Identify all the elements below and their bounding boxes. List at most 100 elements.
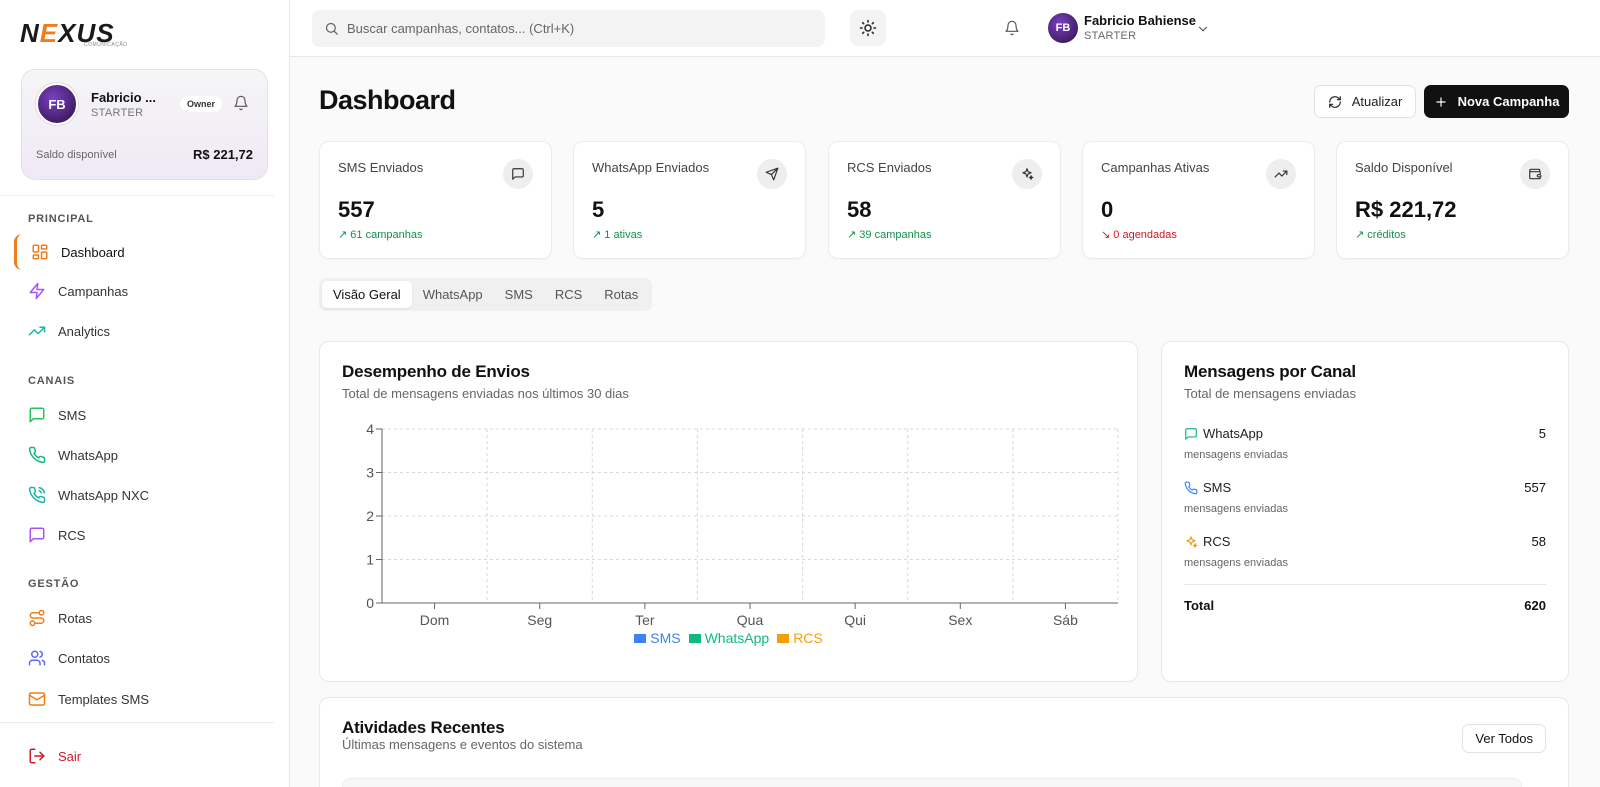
arrow-down-right-icon: ↘ (1101, 229, 1114, 241)
sidebar-item-campanhas[interactable]: Campanhas (14, 273, 274, 309)
avatar[interactable]: FB (36, 83, 78, 125)
channel-name: SMS (1203, 480, 1232, 495)
users-icon (28, 650, 46, 666)
stat-label: Campanhas Ativas (1101, 160, 1210, 175)
sidebar-item-label: WhatsApp NXC (58, 487, 150, 503)
activities-list (342, 778, 1522, 787)
stat-label: RCS Enviados (847, 160, 932, 175)
bell-icon[interactable] (233, 95, 249, 111)
divider (1184, 584, 1546, 585)
new-campaign-button[interactable]: Nova Campanha (1424, 85, 1569, 118)
stat-value: 58 (847, 197, 872, 222)
balance-label: Saldo disponível (36, 149, 117, 161)
nexus-logo[interactable]: NEXUS COMUNICAÇÃO (20, 18, 127, 50)
section-title-principal: PRINCIPAL (28, 213, 94, 225)
route-icon (29, 609, 45, 627)
trending-up-icon (1274, 170, 1288, 178)
stat-card-whatsapp: WhatsApp Enviados 5 ↗ 1 ativas (573, 141, 806, 259)
arrow-up-right-icon: ↗ (338, 229, 351, 241)
sidebar-item-sms[interactable]: SMS (14, 397, 274, 433)
view-all-button[interactable]: Ver Todos (1462, 724, 1546, 753)
channel-name: WhatsApp (1203, 426, 1263, 441)
legend-label: WhatsApp (704, 630, 770, 646)
tab-rcs[interactable]: RCS (544, 281, 593, 308)
chevron-down-icon (1198, 26, 1208, 32)
sidebar-item-label: Rotas (58, 610, 92, 626)
logout-button[interactable]: Sair (14, 738, 274, 774)
refresh-button[interactable]: Atualizar (1314, 85, 1416, 118)
sidebar-item-rcs[interactable]: RCS (14, 517, 274, 553)
stat-card-saldo: Saldo Disponível R$ 221,72 ↗ créditos (1336, 141, 1569, 259)
sparkles-icon (1186, 535, 1198, 548)
tab-whatsapp[interactable]: WhatsApp (412, 281, 494, 308)
tab-sms[interactable]: SMS (494, 281, 544, 308)
grid-icon (32, 244, 48, 260)
message-circle-icon (1185, 427, 1197, 440)
tab-bar: Visão Geral WhatsApp SMS RCS Rotas (319, 278, 653, 311)
stat-card-rcs: RCS Enviados 58 ↗ 39 campanhas (828, 141, 1061, 259)
sparkles-icon (1022, 168, 1034, 180)
search-input[interactable] (347, 21, 807, 36)
message-square-icon (29, 527, 45, 543)
avatar: FB (1048, 13, 1078, 43)
x-tick-label: Ter (635, 612, 655, 628)
card-subtitle: Últimas mensagens e eventos do sistema (342, 737, 583, 752)
stat-card-sms: SMS Enviados 557 ↗ 61 campanhas (319, 141, 552, 259)
arrow-up-right-icon: ↗ (847, 229, 860, 241)
legend-swatch (688, 633, 701, 643)
stat-value: R$ 221,72 (1355, 197, 1457, 222)
search-icon (325, 22, 338, 35)
plus-icon (1435, 96, 1446, 107)
zap-icon (29, 282, 45, 300)
y-tick-label: 0 (366, 595, 374, 611)
sidebar-item-label: Templates SMS (58, 691, 150, 707)
sidebar-item-contatos[interactable]: Contatos (14, 640, 274, 676)
stat-sub: ↗ créditos (1355, 229, 1406, 241)
channel-value: 5 (1538, 426, 1546, 441)
stat-label: Saldo Disponível (1355, 160, 1453, 175)
user-name: Fabricio Bahiense (1084, 13, 1196, 28)
channel-sub: mensagens enviadas (1184, 449, 1288, 461)
legend-item-whatsapp[interactable]: WhatsApp (688, 630, 770, 646)
sidebar-item-analytics[interactable]: Analytics (14, 313, 274, 349)
section-title-gestao: GESTÃO (28, 578, 80, 590)
channel-sub: mensagens enviadas (1184, 557, 1288, 569)
refresh-label: Atualizar (1351, 94, 1403, 109)
stat-label: WhatsApp Enviados (592, 160, 710, 175)
sun-icon (859, 19, 877, 37)
balance-value: R$ 221,72 (193, 147, 253, 162)
legend-item-sms[interactable]: SMS (634, 630, 681, 646)
tab-visao-geral[interactable]: Visão Geral (322, 281, 412, 308)
card-title: Mensagens por Canal (1184, 362, 1356, 381)
tab-rotas[interactable]: Rotas (593, 281, 649, 308)
sidebar-item-label: Dashboard (61, 244, 125, 260)
stat-value: 5 (592, 197, 605, 222)
stat-sub: ↗ 1 ativas (592, 229, 643, 241)
user-menu[interactable]: FB Fabricio Bahiense STARTER (1048, 13, 1208, 43)
sidebar-item-label: Campanhas (58, 283, 129, 299)
phone-icon (1184, 481, 1198, 494)
activities-card: Atividades Recentes Últimas mensagens e … (319, 697, 1569, 787)
divider (0, 722, 274, 723)
total-value: 620 (1524, 598, 1546, 613)
theme-toggle-button[interactable] (850, 10, 886, 46)
sidebar-item-whatsapp[interactable]: WhatsApp (14, 437, 274, 473)
stat-label: SMS Enviados (338, 160, 424, 175)
y-tick-label: 3 (366, 465, 374, 481)
bell-icon[interactable] (1004, 20, 1020, 36)
sidebar-item-rotas[interactable]: Rotas (14, 600, 274, 636)
phone-call-icon (28, 486, 46, 504)
sidebar-item-whatsapp-nxc[interactable]: WhatsApp NXC (14, 477, 274, 513)
legend-label: RCS (793, 630, 823, 646)
sidebar-item-dashboard[interactable]: Dashboard (14, 234, 274, 270)
phone-icon (28, 446, 46, 464)
legend-item-rcs[interactable]: RCS (777, 630, 823, 646)
search-box[interactable] (312, 10, 825, 47)
logo-subtitle: COMUNICAÇÃO (84, 42, 128, 48)
sidebar-item-label: SMS (58, 407, 87, 423)
refresh-icon (1328, 95, 1341, 108)
sidebar-item-label: WhatsApp (58, 447, 118, 463)
sidebar-item-templates-sms[interactable]: Templates SMS (14, 681, 274, 717)
sidebar: NEXUS COMUNICAÇÃO FB Fabricio ... STARTE… (0, 0, 290, 787)
stat-value: 0 (1101, 197, 1114, 222)
